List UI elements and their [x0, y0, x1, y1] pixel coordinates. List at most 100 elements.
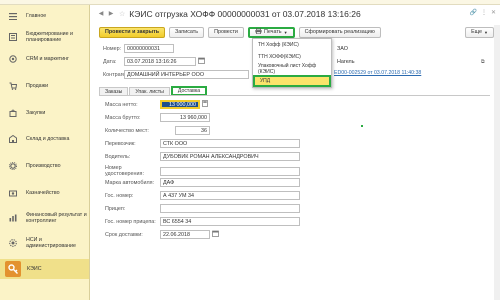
sidebar-item-finance[interactable]: Финансовый результат и контроллинг [0, 207, 89, 229]
settings-icon [8, 239, 17, 248]
car-brand-row: Марка автомобиля: ДАФ [105, 178, 300, 187]
budget-icon [8, 33, 17, 42]
more-actions-icon[interactable]: ⋮ [481, 9, 487, 16]
sidebar-item-crm[interactable]: CRM и маркетинг [0, 49, 89, 69]
gross-weight-field[interactable]: 13 960,000 [160, 113, 210, 122]
calendar-icon[interactable] [212, 230, 219, 239]
sidebar-item-label: Продажи [26, 82, 49, 89]
id-number-field[interactable] [160, 166, 300, 176]
organization-row: ЗАО [334, 44, 479, 53]
car-number-label: Гос. номер: [105, 192, 134, 199]
calendar-icon[interactable] [198, 57, 205, 66]
sidebar-item-production[interactable]: Производство [0, 156, 89, 176]
basis-document-link[interactable]: ЕD00-002529 от 03.07.2018 11:40:38 [334, 70, 421, 76]
net-weight-field[interactable]: 13 000,000 [160, 100, 200, 109]
id-number-label: Номер удостоверения: [105, 165, 144, 177]
printer-icon [255, 27, 262, 36]
favorite-star-icon[interactable]: ☆ [119, 10, 125, 18]
id-number-row: Номер удостоверения: [105, 165, 300, 177]
back-icon[interactable]: ◀ [97, 10, 105, 18]
print-menu-item-upd[interactable]: УПД [253, 75, 331, 87]
print-button[interactable]: Печать ▼ [247, 26, 295, 38]
window-controls: 🔗 ⋮ ✕ [469, 9, 496, 16]
date-label: Дата: [103, 58, 117, 65]
sidebar-item-label: Производство [26, 162, 61, 169]
chevron-down-icon: ▼ [484, 29, 488, 35]
print-menu: ТН Хофф (КЭИС) ТТН ХОФФ(КЭИС) Упаковочны… [252, 38, 332, 88]
trailer-row: Прицеп: [105, 204, 300, 213]
carrier-field[interactable]: СТК ООО [160, 139, 300, 148]
sidebar-item-label: КЭИС [27, 265, 42, 272]
save-button[interactable]: Записать [169, 26, 205, 38]
forward-icon[interactable]: ▶ [107, 10, 115, 18]
net-weight-label: Масса нетто: [105, 101, 138, 108]
carrier-label: Перевозчик: [105, 140, 136, 147]
sidebar-item-sales[interactable]: Продажи [0, 76, 89, 96]
title-bar: ◀ ▶ ☆ КЭИС отгрузка ХОФФ 00000000031 от … [91, 5, 500, 22]
places-field[interactable]: 36 [175, 126, 210, 135]
more-button[interactable]: Еще ▼ [465, 26, 494, 38]
car-number-field[interactable]: А 437 УМ 34 [160, 191, 300, 200]
number-field[interactable]: 00000000031 [124, 44, 174, 53]
sidebar-item-label: Закупки [26, 109, 46, 116]
net-weight-row: Масса нетто: 13 000,000 [105, 100, 208, 109]
warehouse-row: Нагель ⧉ [334, 57, 485, 66]
post-button[interactable]: Провести [208, 26, 244, 38]
scrollbar[interactable] [494, 25, 500, 300]
print-menu-item-packing-list[interactable]: Упаковочный лист Хофф (КЭИС) [253, 63, 331, 75]
number-label: Номер: [103, 45, 122, 52]
keis-icon [5, 261, 21, 277]
car-brand-field[interactable]: ДАФ [160, 178, 300, 187]
car-number-row: Гос. номер: А 437 УМ 34 [105, 191, 300, 200]
contractor-field[interactable]: ДОМАШНИЙ ИНТЕРЬЕР ООО [124, 70, 249, 79]
print-menu-item-ttn[interactable]: ТТН ХОФФ(КЭИС) [253, 51, 331, 63]
toolbar: Провести и закрыть Записать Провести Печ… [99, 26, 500, 38]
print-menu-item-tn[interactable]: ТН Хофф (КЭИС) [253, 39, 331, 51]
sidebar-item-treasury[interactable]: Казначейство [0, 183, 89, 203]
calculator-icon[interactable] [202, 100, 208, 109]
finance-icon [8, 214, 17, 223]
sidebar-item-settings[interactable]: НСИ и администрирование [0, 232, 89, 254]
post-and-close-button[interactable]: Провести и закрыть [99, 26, 166, 38]
sidebar-item-label: Главное [26, 12, 47, 19]
delivery-term-label: Срок доставки: [105, 231, 143, 238]
organization-field[interactable]: ЗАО [334, 44, 479, 53]
places-row: Количество мест: 36 [105, 126, 210, 135]
delivery-term-field[interactable]: 22.06.2018 [160, 230, 210, 239]
close-icon[interactable]: ✕ [491, 9, 496, 16]
form-sale-button[interactable]: Сформировать реализацию [298, 26, 381, 38]
sidebar-item-label: НСИ и администрирование [26, 236, 76, 249]
document-window: ◀ ▶ ☆ КЭИС отгрузка ХОФФ 00000000031 от … [91, 5, 500, 300]
sidebar-item-budget[interactable]: Бюджетирование и планирование [0, 26, 89, 48]
driver-row: Водитель: ДУБОВИК РОМАН АЛЕКСАНДРОВИЧ [105, 152, 300, 161]
basis-row: ЕD00-002529 от 03.07.2018 11:40:38 [334, 70, 421, 76]
date-field[interactable]: 03.07.2018 13:16:26 [124, 57, 196, 66]
sidebar-item-warehouse[interactable]: Склад и доставка [0, 129, 89, 149]
warehouse-field[interactable]: Нагель [334, 57, 479, 66]
sidebar-item-main[interactable]: Главное [0, 6, 89, 26]
sidebar-item-label: Казначейство [26, 189, 60, 196]
trailer-field[interactable] [160, 204, 300, 213]
sidebar: Главное Бюджетирование и планирование CR… [0, 5, 90, 300]
sidebar-item-purchase[interactable]: Закупки [0, 103, 89, 123]
carrier-row: Перевозчик: СТК ООО [105, 139, 300, 148]
trailer-number-row: Гос. номер прицепа: ВС 6554 34 [105, 217, 300, 226]
treasury-icon [8, 189, 17, 198]
sidebar-item-keis[interactable]: КЭИС [0, 259, 89, 279]
gross-weight-row: Масса брутто: 13 960,000 [105, 113, 210, 122]
delivery-term-row: Срок доставки: 22.06.2018 [105, 230, 219, 239]
contractor-row: Контрагент: ДОМАШНИЙ ИНТЕРЬЕР ООО [103, 70, 249, 79]
link-icon[interactable]: 🔗 [469, 9, 476, 16]
trailer-number-field[interactable]: ВС 6554 34 [160, 217, 300, 226]
open-icon[interactable]: ⧉ [481, 59, 485, 65]
sidebar-item-label: CRM и маркетинг [26, 55, 69, 62]
trailer-label: Прицеп: [105, 205, 126, 212]
sidebar-item-label: Склад и доставка [26, 135, 70, 142]
driver-field[interactable]: ДУБОВИК РОМАН АЛЕКСАНДРОВИЧ [160, 152, 300, 161]
contractor-label: Контрагент: [103, 71, 133, 78]
sidebar-item-label: Бюджетирование и планирование [26, 30, 73, 43]
places-label: Количество мест: [105, 127, 149, 134]
cursor-marker [361, 125, 363, 127]
tab-divider [99, 95, 490, 96]
print-label: Печать [263, 29, 282, 35]
